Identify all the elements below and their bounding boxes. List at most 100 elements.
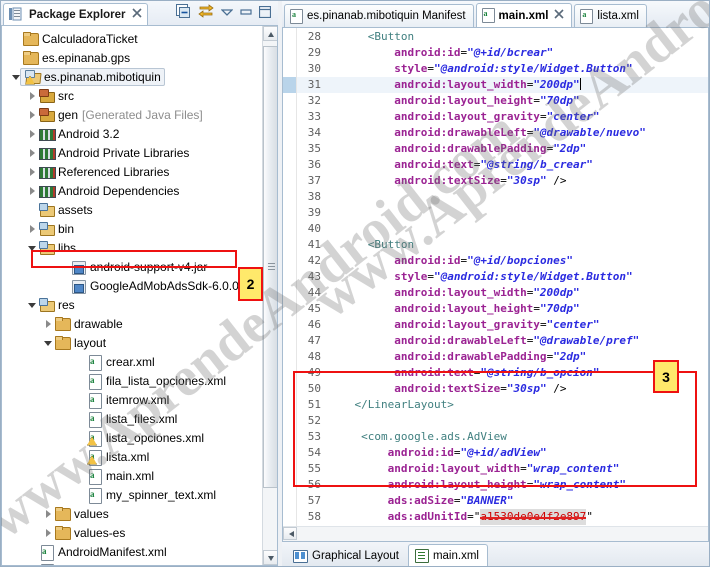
tree-item-referenced-libraries[interactable]: Referenced Libraries	[2, 162, 263, 181]
code-line[interactable]: 43 style="@android:style/Widget.Button"	[297, 269, 708, 285]
scroll-thumb[interactable]	[263, 46, 277, 488]
code-line[interactable]: 31 android:layout_width="200dp"	[297, 77, 708, 93]
collapse-all-icon[interactable]	[176, 4, 191, 22]
tree-item-assets[interactable]: assets	[2, 200, 263, 219]
expand-arrow-icon[interactable]	[11, 71, 22, 82]
collapse-arrow-icon[interactable]	[43, 318, 54, 329]
xml-source-editor[interactable]: 28 <Button 29 android:id="@+id/bcrear" 30 …	[282, 27, 709, 542]
scroll-up-arrow-icon[interactable]	[263, 26, 277, 41]
tree-item-es-epinanab-gps[interactable]: es.epinanab.gps	[2, 48, 263, 67]
tree-item-values-es[interactable]: values-es	[2, 523, 263, 542]
code-line[interactable]: 32 android:layout_height="70dp"	[297, 93, 708, 109]
tree-item-googleadmobadssdk-6-0-0-jar[interactable]: GoogleAdMobAdsSdk-6.0.0.jar	[2, 276, 263, 295]
tree-item-lint-xml[interactable]: lint.xml	[2, 561, 263, 565]
package-explorer-tree-area[interactable]: CalculadoraTicket es.epinanab.gps es.pinan…	[1, 25, 278, 566]
collapse-arrow-icon[interactable]	[43, 508, 54, 519]
code-line[interactable]: 33 android:layout_gravity="center"	[297, 109, 708, 125]
code-line[interactable]: 45 android:layout_height="70dp"	[297, 301, 708, 317]
tree-item-libs[interactable]: libs	[2, 238, 263, 257]
explorer-vertical-scrollbar[interactable]	[262, 26, 277, 565]
editor-marker-column[interactable]	[283, 28, 297, 526]
line-number: 37	[307, 174, 321, 187]
code-line[interactable]: 56 android:layout_height="wrap_content"	[297, 477, 708, 493]
bottom-tab-main-xml[interactable]: main.xml	[407, 544, 488, 566]
code-line[interactable]: 48 android:drawablePadding="2dp"	[297, 349, 708, 365]
tree-item-es-pinanab-mibotiquin[interactable]: es.pinanab.mibotiquin	[2, 67, 263, 86]
editor-tab-lista-xml[interactable]: lista.xml	[574, 4, 647, 27]
bottom-tab-graphical-layout[interactable]: Graphical Layout	[286, 545, 408, 566]
code-line[interactable]: 35 android:drawablePadding="2dp"	[297, 141, 708, 157]
tree-item-drawable[interactable]: drawable	[2, 314, 263, 333]
code-line[interactable]: 52	[297, 413, 708, 429]
tree-item-res[interactable]: res	[2, 295, 263, 314]
code-line[interactable]: 40	[297, 221, 708, 237]
collapse-arrow-icon[interactable]	[27, 109, 38, 120]
code-line[interactable]: 49 android:text="@string/b_opcion"	[297, 365, 708, 381]
collapse-arrow-icon[interactable]	[27, 185, 38, 196]
tree-item-src[interactable]: src	[2, 86, 263, 105]
scroll-down-arrow-icon[interactable]	[263, 550, 277, 565]
code-line[interactable]: 44 android:layout_width="200dp"	[297, 285, 708, 301]
close-icon[interactable]	[554, 9, 564, 22]
tree-item-gen[interactable]: gen [Generated Java Files]	[2, 105, 263, 124]
tree-item-android-support-v4-jar[interactable]: android-support-v4.jar	[2, 257, 263, 276]
code-line[interactable]: 51 </LinearLayout>	[297, 397, 708, 413]
collapse-arrow-icon[interactable]	[27, 90, 38, 101]
tree-item-my-spinner-text-xml[interactable]: my_spinner_text.xml	[2, 485, 263, 504]
code-line[interactable]: 47 android:drawableLeft="@drawable/pref"	[297, 333, 708, 349]
tree-item-lista-xml[interactable]: lista.xml	[2, 447, 263, 466]
minimize-icon[interactable]	[240, 6, 252, 20]
collapse-arrow-icon[interactable]	[27, 223, 38, 234]
code-scroll-region[interactable]: 28 <Button 29 android:id="@+id/bcrear" 30 …	[283, 28, 708, 526]
tree-item-crear-xml[interactable]: crear.xml	[2, 352, 263, 371]
code-line[interactable]: 38	[297, 189, 708, 205]
tree-item-fila-lista-opciones-xml[interactable]: fila_lista_opciones.xml	[2, 371, 263, 390]
code-line[interactable]: 58 ads:adUnitId="a1530de0e4f2e897"	[297, 509, 708, 525]
code-line[interactable]: 53 <com.google.ads.AdView	[297, 429, 708, 445]
tree-item-android-private-libraries[interactable]: Android Private Libraries	[2, 143, 263, 162]
code-line[interactable]: 28 <Button	[297, 29, 708, 45]
tree-item-main-xml[interactable]: main.xml	[2, 466, 263, 485]
editor-tab-es-pinanab-mibotiquin-manifest[interactable]: es.pinanab.mibotiquin Manifest	[284, 4, 474, 27]
scroll-left-arrow-icon[interactable]	[283, 527, 297, 540]
tree-item-calculadoraticket[interactable]: CalculadoraTicket	[2, 29, 263, 48]
tree-item-android-3-2[interactable]: Android 3.2	[2, 124, 263, 143]
editor-horizontal-scrollbar[interactable]	[283, 526, 708, 541]
code-line[interactable]: 42 android:id="@+id/bopciones"	[297, 253, 708, 269]
collapse-arrow-icon[interactable]	[43, 527, 54, 538]
editor-tab-main-xml[interactable]: main.xml	[475, 3, 573, 27]
expand-arrow-icon[interactable]	[27, 242, 38, 253]
tree-item-layout[interactable]: layout	[2, 333, 263, 352]
code-line[interactable]: 29 android:id="@+id/bcrear"	[297, 45, 708, 61]
collapse-arrow-icon[interactable]	[27, 128, 38, 139]
collapse-arrow-icon[interactable]	[27, 147, 38, 158]
tree-item-lista-opciones-xml[interactable]: lista_opciones.xml	[2, 428, 263, 447]
tree-item-values[interactable]: values	[2, 504, 263, 523]
code-line[interactable]: 46 android:layout_gravity="center"	[297, 317, 708, 333]
expand-arrow-icon[interactable]	[27, 299, 38, 310]
tree-item-androidmanifest-xml[interactable]: AndroidManifest.xml	[2, 542, 263, 561]
collapse-arrow-icon[interactable]	[27, 166, 38, 177]
link-with-editor-icon[interactable]	[198, 4, 214, 22]
tab-package-explorer[interactable]: Package Explorer	[3, 3, 148, 25]
code-line[interactable]: 39	[297, 205, 708, 221]
tree-item-android-dependencies[interactable]: Android Dependencies	[2, 181, 263, 200]
code-line[interactable]: 41 <Button	[297, 237, 708, 253]
expand-arrow-icon[interactable]	[43, 337, 54, 348]
tree-item-itemrow-xml[interactable]: itemrow.xml	[2, 390, 263, 409]
code-line[interactable]: 50 android:textSize="30sp" />	[297, 381, 708, 397]
code-line[interactable]: 57 ads:adSize="BANNER"	[297, 493, 708, 509]
code-line[interactable]: 30 style="@android:style/Widget.Button"	[297, 61, 708, 77]
code-line[interactable]: 36 android:text="@string/b_crear"	[297, 157, 708, 173]
maximize-icon[interactable]	[258, 5, 272, 21]
code-lines[interactable]: 28 <Button 29 android:id="@+id/bcrear" 30 …	[297, 28, 708, 526]
view-menu-icon[interactable]	[220, 6, 234, 20]
code-line[interactable]: 37 android:textSize="30sp" />	[297, 173, 708, 189]
code-line[interactable]: 34 android:drawableLeft="@drawable/nuevo…	[297, 125, 708, 141]
close-icon[interactable]	[131, 8, 142, 21]
code-line[interactable]: 55 android:layout_width="wrap_content"	[297, 461, 708, 477]
code-line[interactable]: 54 android:id="@+id/adView"	[297, 445, 708, 461]
tree-item-lista-files-xml[interactable]: lista_files.xml	[2, 409, 263, 428]
tree-item-bin[interactable]: bin	[2, 219, 263, 238]
project-tree[interactable]: CalculadoraTicket es.epinanab.gps es.pinan…	[2, 29, 263, 565]
